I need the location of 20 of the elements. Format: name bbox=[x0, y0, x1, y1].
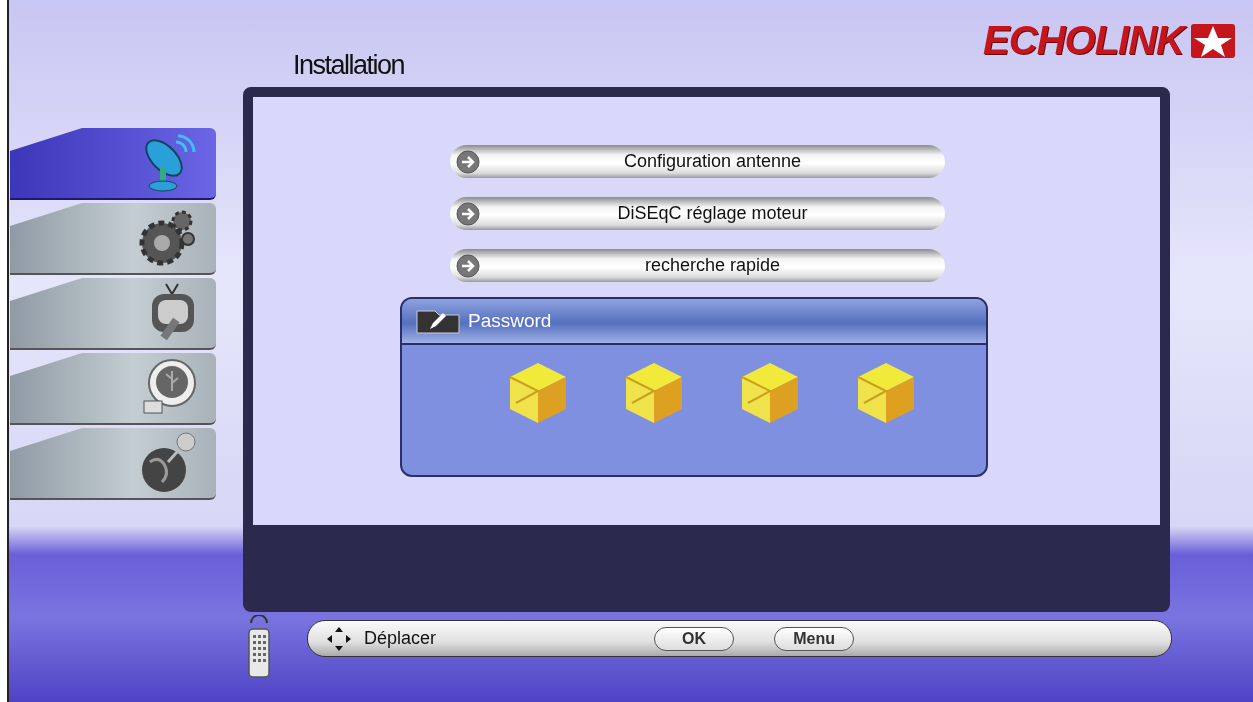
arrow-circle-icon bbox=[456, 253, 480, 278]
hint-label: Déplacer bbox=[364, 628, 437, 649]
sidebar-tab[interactable] bbox=[10, 428, 216, 500]
star-logo-icon bbox=[1190, 22, 1236, 59]
menu-item[interactable]: Configuration antenne bbox=[450, 145, 945, 178]
sidebar-tab[interactable] bbox=[10, 203, 216, 275]
menu-item[interactable]: recherche rapide bbox=[450, 249, 945, 282]
pencil-folder-icon bbox=[416, 308, 460, 334]
arrow-circle-icon bbox=[456, 201, 480, 226]
sidebar-tab[interactable] bbox=[10, 128, 216, 200]
sidebar-tab[interactable] bbox=[10, 353, 216, 425]
page-title: Installation bbox=[293, 50, 405, 82]
arrow-circle-icon bbox=[456, 149, 480, 174]
direction-arrows-icon bbox=[326, 625, 352, 652]
menu-item[interactable]: DiSEqC réglage moteur bbox=[450, 197, 945, 230]
remote-control-icon bbox=[247, 615, 271, 679]
dialog-title: Password bbox=[468, 310, 552, 332]
key-button[interactable]: OK bbox=[654, 626, 735, 651]
sidebar-tab[interactable] bbox=[10, 278, 216, 350]
key-button[interactable]: Menu bbox=[774, 626, 855, 651]
